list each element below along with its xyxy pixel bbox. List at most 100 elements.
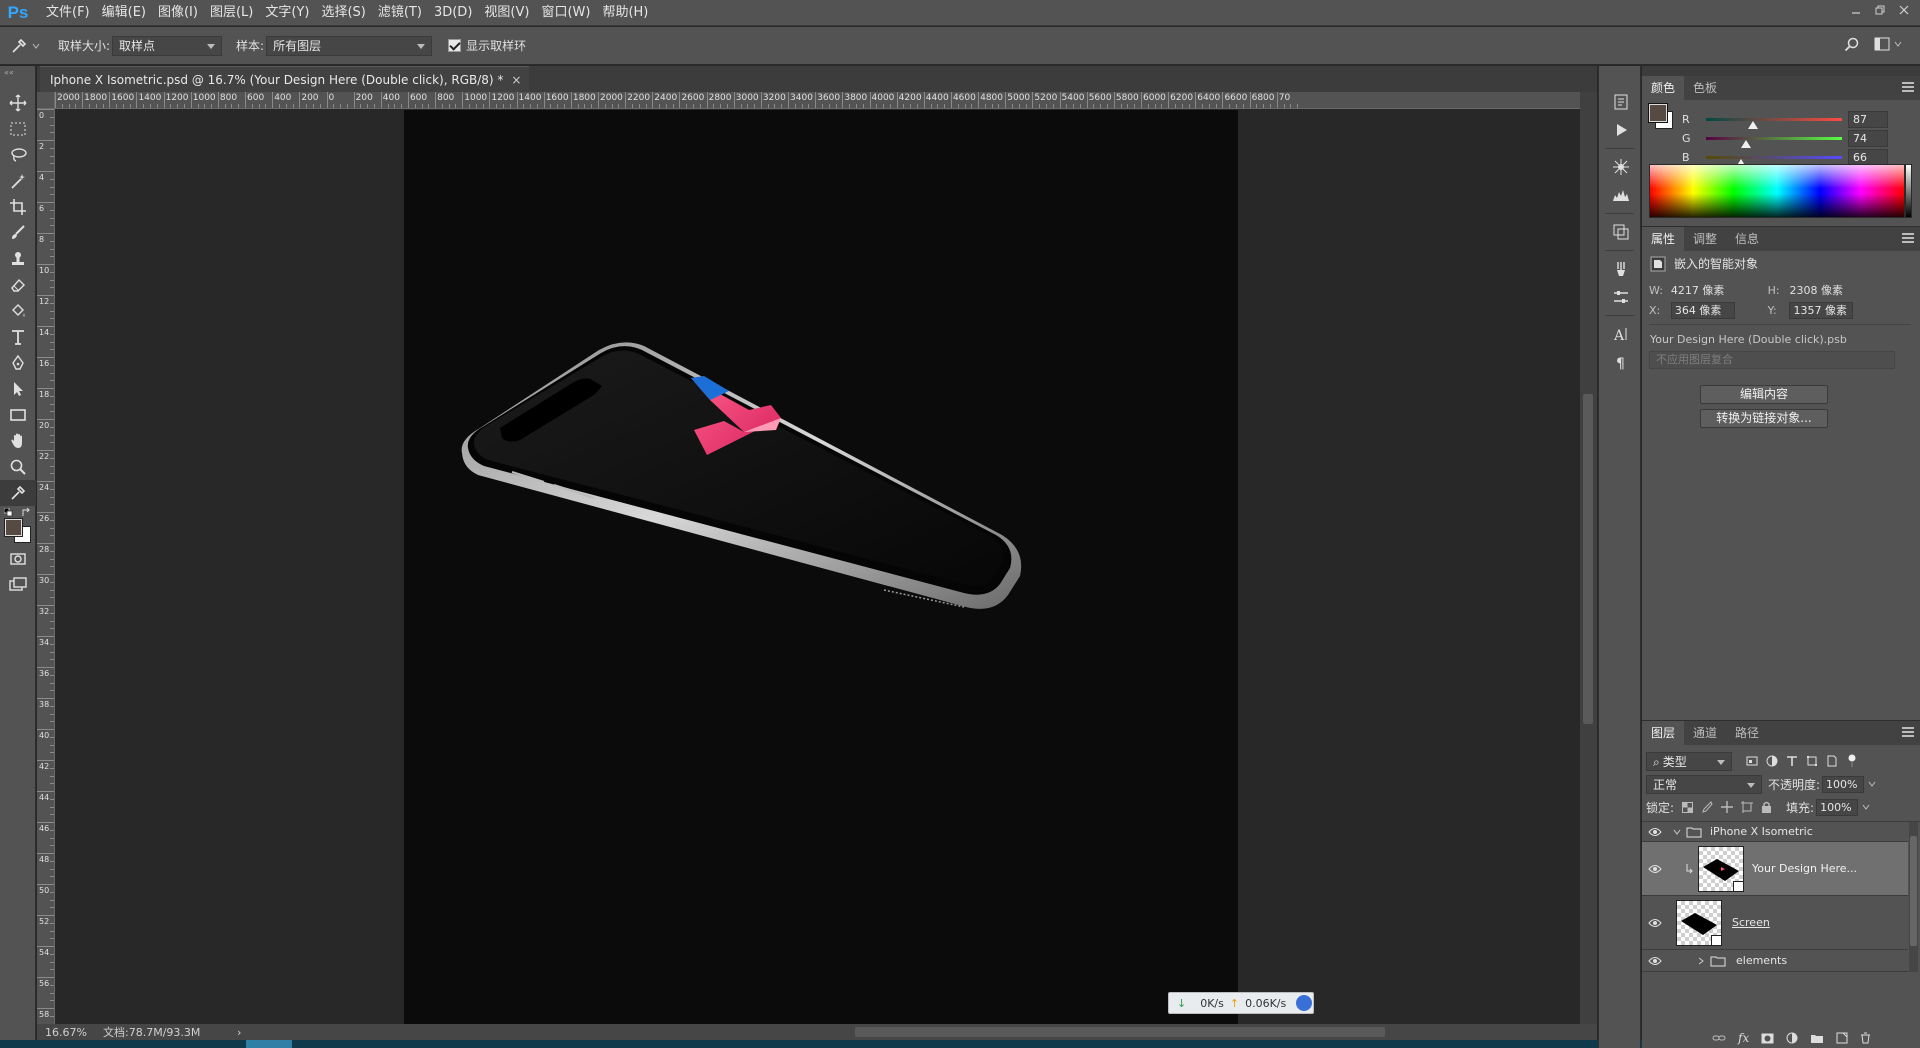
foreground-color-box[interactable] xyxy=(1648,103,1668,123)
marquee-tool-icon[interactable] xyxy=(0,116,36,142)
new-adjustment-icon[interactable] xyxy=(1786,1032,1798,1044)
foreground-color-swatch[interactable] xyxy=(4,518,23,537)
quick-mask-icon[interactable] xyxy=(0,546,36,572)
crop-tool-icon[interactable] xyxy=(0,194,36,220)
network-badge-icon[interactable] xyxy=(1296,995,1313,1011)
green-value-field[interactable]: 74 xyxy=(1848,129,1888,147)
menu-item[interactable]: 窗口(W) xyxy=(535,0,596,26)
layers-scrollbar[interactable] xyxy=(1909,822,1918,972)
sample-size-select[interactable]: 取样点 xyxy=(112,35,223,56)
h-value[interactable]: 2308 像素 xyxy=(1789,282,1843,298)
layer-thumbnail[interactable] xyxy=(1676,899,1722,946)
swap-colors-icon[interactable] xyxy=(21,508,31,518)
filter-pixel-icon[interactable] xyxy=(1746,755,1758,767)
new-group-icon[interactable] xyxy=(1810,1033,1824,1044)
panel-menu-icon[interactable] xyxy=(1902,727,1914,737)
edit-contents-button[interactable]: 编辑内容 xyxy=(1700,385,1828,404)
canvas[interactable] xyxy=(404,110,1238,1024)
filter-adjustment-icon[interactable] xyxy=(1766,755,1778,767)
pen-tool-icon[interactable] xyxy=(0,350,36,376)
type-tool-icon[interactable] xyxy=(0,324,36,350)
color-spectrum[interactable] xyxy=(1649,164,1905,218)
brush-settings-icon[interactable] xyxy=(1599,255,1642,283)
visibility-eye-icon[interactable] xyxy=(1642,864,1668,874)
layers-scroll-thumb[interactable] xyxy=(1910,836,1917,946)
paragraph-icon[interactable]: ¶ xyxy=(1599,348,1642,376)
histogram-icon[interactable] xyxy=(1599,181,1642,209)
3d-icon[interactable] xyxy=(1599,153,1642,181)
convert-to-linked-button[interactable]: 转换为链接对象... xyxy=(1700,409,1828,428)
path-selection-tool-icon[interactable] xyxy=(0,376,36,402)
clone-source-icon[interactable] xyxy=(1599,218,1642,246)
restore-icon[interactable] xyxy=(1872,2,1888,18)
vertical-scrollbar[interactable] xyxy=(1580,92,1597,1024)
layer-thumbnail[interactable] xyxy=(1698,845,1744,892)
red-slider-thumb[interactable] xyxy=(1748,120,1758,129)
menu-item[interactable]: 图像(I) xyxy=(152,0,204,26)
w-value[interactable]: 4217 像素 xyxy=(1671,282,1755,298)
tab-adjustments[interactable]: 调整 xyxy=(1684,227,1726,251)
add-mask-icon[interactable] xyxy=(1761,1033,1774,1044)
vertical-scroll-thumb[interactable] xyxy=(1583,394,1593,724)
tab-layers[interactable]: 图层 xyxy=(1642,721,1685,745)
tab-properties[interactable]: 属性 xyxy=(1642,227,1685,251)
tab-color[interactable]: 颜色 xyxy=(1642,76,1685,100)
filter-toggle-icon[interactable] xyxy=(1846,754,1858,768)
chevron-down-icon[interactable] xyxy=(1672,827,1682,837)
visibility-eye-icon[interactable] xyxy=(1642,827,1668,837)
pasteboard[interactable]: ↓ 0K/s ↑ 0.06K/s xyxy=(56,110,1580,1024)
green-slider-track[interactable] xyxy=(1706,136,1842,148)
tool-preset-picker[interactable] xyxy=(0,37,50,55)
zoom-level[interactable]: 16.67% xyxy=(37,1026,101,1039)
chevron-right-icon[interactable] xyxy=(1696,956,1706,966)
panel-grip[interactable] xyxy=(1642,66,1920,76)
eraser-tool-icon[interactable] xyxy=(0,272,36,298)
layer-row-group[interactable]: iPhone X Isometric xyxy=(1642,822,1908,842)
menu-item[interactable]: 文件(F) xyxy=(40,0,96,26)
delete-layer-icon[interactable] xyxy=(1860,1032,1871,1044)
close-document-icon[interactable]: × xyxy=(511,73,521,87)
green-slider-thumb[interactable] xyxy=(1741,139,1751,148)
link-layers-icon[interactable] xyxy=(1712,1033,1726,1043)
panel-menu-icon[interactable] xyxy=(1902,82,1914,92)
fill-field[interactable]: 100% xyxy=(1816,798,1859,816)
menu-item[interactable]: 文字(Y) xyxy=(259,0,315,26)
blend-mode-select[interactable]: 正常 xyxy=(1646,774,1762,794)
lock-all-icon[interactable] xyxy=(1761,801,1772,813)
paint-bucket-tool-icon[interactable] xyxy=(0,298,36,324)
lock-artboard-icon[interactable] xyxy=(1741,801,1754,813)
toolbar-grip[interactable]: «« xyxy=(0,66,35,90)
layer-filter-select[interactable]: ⌕ 类型 xyxy=(1646,751,1732,771)
document-tab[interactable]: Iphone X Isometric.psd @ 16.7% (Your Des… xyxy=(40,66,530,92)
red-slider-track[interactable] xyxy=(1706,117,1842,129)
layer-row-selected[interactable]: Your Design Here... xyxy=(1642,842,1908,896)
rectangle-tool-icon[interactable] xyxy=(0,402,36,428)
visibility-eye-icon[interactable] xyxy=(1642,956,1668,966)
layer-style-fx-icon[interactable]: fx xyxy=(1738,1031,1749,1045)
show-sampling-ring-checkbox[interactable] xyxy=(448,39,462,52)
default-colors-icon[interactable] xyxy=(4,508,13,517)
x-value-field[interactable]: 364 像素 xyxy=(1670,302,1735,319)
filter-shape-icon[interactable] xyxy=(1806,755,1818,767)
magic-wand-tool-icon[interactable] xyxy=(0,168,36,194)
horizontal-scrollbar[interactable] xyxy=(229,1024,1584,1040)
layer-row[interactable]: Screen xyxy=(1642,896,1908,950)
stamp-tool-icon[interactable] xyxy=(0,246,36,272)
search-icon[interactable] xyxy=(1844,37,1860,56)
horizontal-scroll-thumb[interactable] xyxy=(855,1027,1385,1037)
character-icon[interactable]: A xyxy=(1599,320,1642,348)
menu-item[interactable]: 3D(D) xyxy=(428,0,478,26)
visibility-eye-icon[interactable] xyxy=(1642,918,1668,928)
layer-row-group[interactable]: elements xyxy=(1642,950,1908,972)
panel-menu-icon[interactable] xyxy=(1902,233,1914,243)
red-value-field[interactable]: 87 xyxy=(1848,110,1888,128)
strip-grip[interactable] xyxy=(1599,66,1640,88)
lock-transparent-icon[interactable] xyxy=(1682,801,1694,813)
brush-tool-icon[interactable] xyxy=(0,220,36,246)
blue-slider-track[interactable] xyxy=(1706,155,1842,167)
chevron-down-icon[interactable] xyxy=(1868,780,1876,788)
sample-select[interactable]: 所有图层 xyxy=(266,35,433,56)
workspace-switcher[interactable] xyxy=(1874,37,1902,51)
menu-item[interactable]: 编辑(E) xyxy=(96,0,152,26)
lasso-tool-icon[interactable] xyxy=(0,142,36,168)
